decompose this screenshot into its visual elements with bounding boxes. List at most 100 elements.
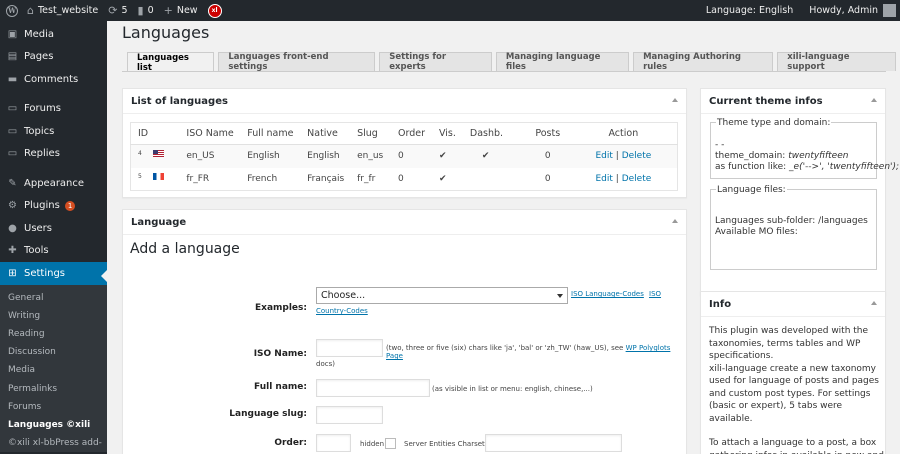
menu-item-forums[interactable]: ▭ Forums [0, 98, 107, 121]
collapse-arrow-icon[interactable] [871, 301, 877, 305]
delete-link[interactable]: Delete [622, 151, 652, 161]
iso-country-codes-link-2[interactable]: Country-Codes [316, 307, 368, 315]
language-slug-input[interactable] [316, 406, 383, 424]
row-id: 4 [138, 150, 142, 157]
order-input[interactable] [316, 434, 351, 452]
submenu-writing[interactable]: Writing [0, 307, 107, 325]
language-box-header[interactable]: Language [123, 210, 686, 235]
submenu-discussion[interactable]: Discussion [0, 343, 107, 361]
theme-type-fieldset: Theme type and domain: - - theme_domain:… [710, 118, 899, 179]
iso-country-codes-link[interactable]: ISO [649, 290, 661, 298]
theme-infos-header[interactable]: Current theme infos [701, 89, 885, 114]
submenu-languages[interactable]: Languages ©xili [0, 416, 107, 434]
menu-item-pages[interactable]: ▤ Pages [0, 46, 107, 69]
menu-item-plugins[interactable]: ⚙ Plugins 1 [0, 195, 107, 218]
menu-item-topics[interactable]: ▭ Topics [0, 120, 107, 143]
hidden-checkbox[interactable] [385, 438, 396, 449]
available-mo-files: Available MO files: [715, 227, 798, 237]
my-account-link[interactable]: Howdy, Admin [804, 0, 900, 21]
language-indicator[interactable]: Language: English [701, 0, 798, 21]
submenu-xl-bbpress[interactable]: ©xili xl-bbPress add- [0, 434, 107, 452]
tab-managing-language-files[interactable]: Managing language files [495, 52, 630, 72]
full-name-hint: (as visible in list or menu: english, ch… [432, 385, 593, 393]
menu-item-appearance[interactable]: ✎ Appearance [0, 172, 107, 195]
collapse-arrow-icon[interactable] [871, 98, 877, 102]
order-label: Order: [274, 438, 307, 448]
delete-link[interactable]: Delete [622, 174, 652, 184]
iso-name-input[interactable] [316, 339, 383, 357]
theme-function: as function like: _e('-->', 'twentyfifte… [715, 162, 900, 172]
submenu-forums[interactable]: Forums [0, 398, 107, 416]
tab-settings-for-experts[interactable]: Settings for experts [379, 52, 492, 72]
info-text: This plugin was developed with the taxon… [709, 325, 885, 454]
new-content-link[interactable]: + New [159, 0, 203, 21]
examples-select[interactable]: Choose... [316, 287, 568, 304]
row-native: English [307, 144, 358, 168]
tab-front-end-settings[interactable]: Languages front-end settings [218, 52, 376, 72]
updates-link[interactable]: ⟳ 5 [103, 0, 132, 21]
avatar [883, 4, 896, 17]
comments-link[interactable]: ▮ 0 [133, 0, 159, 21]
full-name-input[interactable] [316, 379, 430, 397]
settings-icon: ⊞ [8, 267, 17, 279]
collapse-arrow-icon[interactable] [672, 98, 678, 102]
submenu-permalinks[interactable]: Permalinks [0, 379, 107, 397]
hidden-label: hidden [360, 440, 385, 448]
row-iso: fr_FR [186, 173, 210, 184]
theme-domain: theme_domain: twentyfifteen [715, 151, 849, 161]
row-order: 0 [398, 173, 404, 184]
replies-icon: ▭ [7, 148, 18, 160]
menu-item-tools[interactable]: ✚ Tools [0, 240, 107, 263]
menu-item-comments[interactable]: ▬ Comments [0, 68, 107, 91]
col-iso-name: ISO Name [186, 122, 248, 145]
tab-managing-authoring-rules[interactable]: Managing Authoring rules [633, 52, 774, 72]
edit-link[interactable]: Edit [595, 151, 612, 161]
languages-subfolder: Languages sub-folder: /languages [715, 216, 868, 226]
forums-icon: ▭ [7, 103, 18, 115]
table-header-row: ID ISO Name Full name Native Slug Order … [130, 122, 678, 145]
media-icon: ▣ [7, 28, 18, 40]
xili-flag-link[interactable]: xl [203, 0, 227, 21]
col-id: ID [130, 122, 187, 145]
col-vis: Vis. [438, 122, 470, 145]
info-box: Info This plugin was developed with the … [700, 291, 886, 454]
chevron-down-icon [557, 294, 563, 298]
pages-icon: ▤ [7, 51, 18, 63]
col-full-name: Full name [247, 122, 308, 145]
language-box: Language Add a language Examples: Choose… [122, 209, 687, 454]
menu-item-replies[interactable]: ▭ Replies [0, 143, 107, 166]
row-slug: en_us [357, 144, 399, 168]
tab-xili-language-support[interactable]: xili-language support [777, 52, 896, 72]
list-of-languages-box: List of languages ID ISO Name Full name … [122, 88, 687, 198]
tabs-divider [122, 71, 886, 72]
col-action: Action [569, 122, 678, 145]
row-full-name: French [247, 173, 278, 184]
submenu-media[interactable]: Media [0, 361, 107, 379]
charset-input[interactable] [485, 434, 622, 452]
menu-item-users[interactable]: ● Users [0, 217, 107, 240]
topics-icon: ▭ [7, 125, 18, 137]
plugins-icon: ⚙ [8, 200, 17, 212]
theme-infos-box: Current theme infos Theme type and domai… [700, 88, 899, 295]
info-box-header[interactable]: Info [701, 292, 885, 317]
plugins-update-badge: 1 [64, 200, 76, 211]
wordpress-logo-icon[interactable]: W [2, 0, 22, 21]
language-slug-label: Language slug: [229, 409, 307, 419]
row-vis-check-icon: ✔ [438, 173, 447, 184]
languages-table: ID ISO Name Full name Native Slug Order … [130, 122, 678, 191]
iso-language-codes-link[interactable]: ISO Language-Codes [571, 290, 644, 298]
menu-item-settings[interactable]: ⊞ Settings [0, 262, 107, 285]
site-name-link[interactable]: ⌂ Test_website [22, 0, 103, 21]
submenu-general[interactable]: General [0, 289, 107, 307]
submenu-reading[interactable]: Reading [0, 325, 107, 343]
tab-languages-list[interactable]: Languages list [127, 52, 215, 73]
info-paragraph-1: This plugin was developed with the taxon… [709, 326, 869, 361]
list-of-languages-header[interactable]: List of languages [123, 89, 686, 114]
menu-item-media[interactable]: ▣ Media [0, 23, 107, 46]
collapse-arrow-icon[interactable] [672, 219, 678, 223]
row-posts: 0 [544, 173, 551, 184]
edit-link[interactable]: Edit [595, 174, 612, 184]
row-id: 5 [138, 172, 142, 180]
row-order: 0 [398, 144, 439, 168]
iso-name-hint-end: docs) [316, 360, 335, 368]
